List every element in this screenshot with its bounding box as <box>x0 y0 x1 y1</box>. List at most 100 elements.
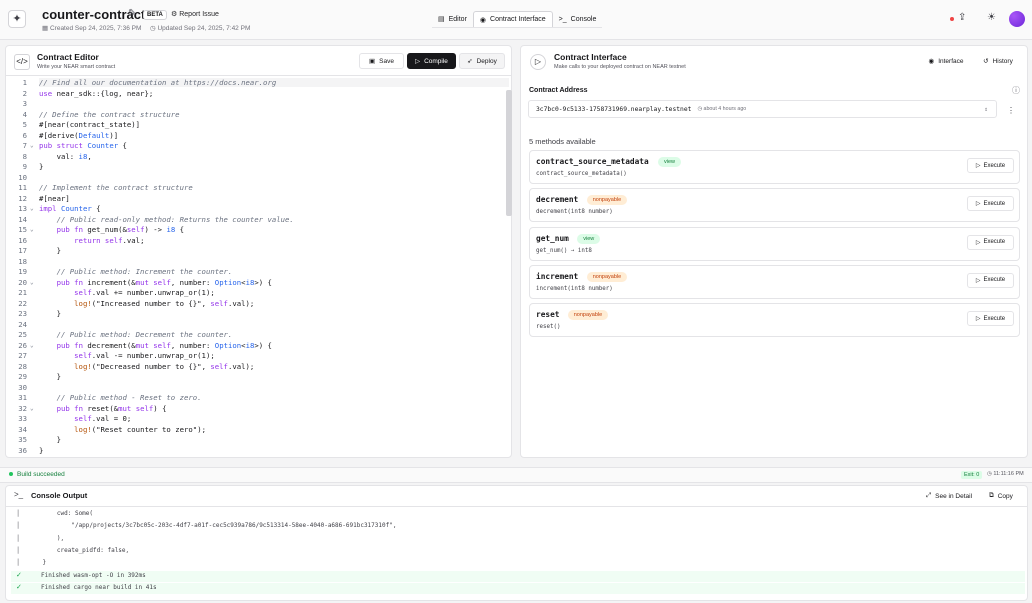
execute-button[interactable]: ▷ Execute <box>967 311 1014 327</box>
code-line[interactable]: pub fn reset(&mut self) { <box>39 404 167 413</box>
method-name: reset <box>536 310 560 320</box>
code-line[interactable]: // Implement the contract structure <box>39 183 193 192</box>
line-number: 12 <box>18 193 27 203</box>
play-icon: ▷ <box>975 277 981 284</box>
editor-title: Contract Editor <box>37 52 99 62</box>
check-circle-icon: ✓ <box>16 571 22 579</box>
code-line[interactable]: pub fn decrement(&mut self, number: Opti… <box>39 341 272 350</box>
line-number: 17 <box>18 246 27 255</box>
line-number: 8 <box>22 151 27 161</box>
play-icon: ▷ <box>975 239 981 246</box>
sun-icon[interactable]: ☀ <box>987 12 996 23</box>
code-line[interactable]: use near_sdk::{log, near}; <box>39 89 153 98</box>
method-name: get_num <box>536 233 569 243</box>
code-line[interactable]: // Public read-only method: Returns the … <box>39 215 294 224</box>
line-number: 9 <box>22 162 27 171</box>
code-line[interactable]: log!("Decreased number to {}", self.val)… <box>39 362 254 371</box>
console-panel: >_ Console Output ⤢ See in Detail ⧉ Copy |… <box>5 485 1028 601</box>
console-divider <box>6 506 1027 507</box>
execute-label: Execute <box>983 315 1006 322</box>
method-name: decrement <box>536 195 579 205</box>
execute-label: Execute <box>983 277 1006 284</box>
line-number: 1 <box>22 78 27 87</box>
fold-chevron-icon[interactable]: ⌄ <box>30 279 34 286</box>
execute-button[interactable]: ▷ Execute <box>967 272 1014 288</box>
code-line[interactable]: pub struct Counter { <box>39 141 127 150</box>
code-line[interactable]: #[derive(Default)] <box>39 131 118 140</box>
line-number: 32 <box>18 403 27 413</box>
success-output-row: ✓ Finished wasm-opt -O in 392ms <box>11 570 1025 582</box>
code-line[interactable]: val: i8, <box>39 152 92 161</box>
code-line[interactable]: // Find all our documentation at https:/… <box>39 78 509 87</box>
code-line[interactable]: // Public method - Reset to zero. <box>39 393 202 402</box>
fold-chevron-icon[interactable]: ⌄ <box>30 405 34 412</box>
top-bar: ✦ counter-contract ✎ BETA ⚙ Report Issue… <box>0 0 1032 40</box>
code-line[interactable]: } <box>39 372 61 381</box>
address-time: ◷ about 4 hours ago <box>697 106 747 112</box>
deploy-button[interactable]: ➶ Deploy <box>459 53 505 69</box>
execute-button[interactable]: ▷ Execute <box>967 196 1014 212</box>
view-tabs: ▤ Editor ◉ Contract Interface >_ Console <box>432 11 603 28</box>
code-line[interactable]: pub fn increment(&mut self, number: Opti… <box>39 278 272 287</box>
line-number: 34 <box>18 424 27 434</box>
fold-chevron-icon[interactable]: ⌄ <box>30 205 34 212</box>
method-card: reset nonpayable reset() ▷ Execute <box>529 303 1020 338</box>
tab-console[interactable]: >_ Console <box>552 11 603 27</box>
interface-button[interactable]: ◉ Interface <box>921 53 971 69</box>
code-line[interactable]: // Public method: Increment the counter. <box>39 267 233 276</box>
magic-wand-icon[interactable]: ✦ <box>8 10 26 28</box>
fold-chevron-icon[interactable]: ⌄ <box>30 226 34 233</box>
fold-chevron-icon[interactable]: ⌄ <box>30 142 34 149</box>
code-line[interactable]: pub fn get_num(&self) -> i8 { <box>39 225 184 234</box>
compile-button[interactable]: ▷ Compile <box>407 53 456 69</box>
code-line[interactable]: } <box>39 446 43 455</box>
code-line[interactable]: // Define the contract structure <box>39 110 180 119</box>
output-line: Finished wasm-opt -O in 392ms <box>41 571 146 579</box>
code-line[interactable]: #[near(contract_state)] <box>39 120 140 129</box>
build-time-label: 11:11:16 PM <box>993 471 1024 477</box>
code-line[interactable]: } <box>39 309 61 318</box>
editor-scrollbar[interactable] <box>506 90 512 216</box>
code-line[interactable]: log!("Reset counter to zero"); <box>39 425 206 434</box>
status-bar: Build succeeded Exit: 0 ◷ 11:11:16 PM <box>0 467 1032 483</box>
code-editor[interactable]: 1 // Find all our documentation at https:… <box>5 75 511 457</box>
share-icon[interactable]: ⇪ <box>958 12 966 23</box>
code-line[interactable]: log!("Increased number to {}", self.val)… <box>39 299 254 308</box>
edit-title-icon[interactable]: ✎ <box>128 8 136 19</box>
report-issue-link[interactable]: ⚙ Report Issue <box>171 10 219 18</box>
play-icon: ▷ <box>415 58 421 65</box>
save-button[interactable]: ▣ Save <box>359 53 404 69</box>
report-issue-label: Report Issue <box>179 11 219 18</box>
success-output-row: ✓ Finished cargo near build in 41s <box>11 582 1025 594</box>
execute-button[interactable]: ▷ Execute <box>967 234 1014 250</box>
more-vertical-icon[interactable]: ⋮ <box>1007 106 1015 115</box>
output-gutter-mark: | <box>16 533 21 542</box>
copy-button[interactable]: ⧉ Copy <box>985 488 1017 504</box>
code-line[interactable]: } <box>39 435 61 444</box>
see-in-detail-button[interactable]: ⤢ See in Detail <box>923 488 975 504</box>
history-button[interactable]: ↺ History <box>978 53 1018 69</box>
tab-contract-interface[interactable]: ◉ Contract Interface <box>472 11 553 27</box>
line-number: 31 <box>18 393 27 402</box>
code-line[interactable]: // Public method: Decrement the counter. <box>39 330 233 339</box>
terminal-icon: >_ <box>558 15 567 23</box>
tab-editor[interactable]: ▤ Editor <box>432 11 473 27</box>
code-line[interactable]: } <box>39 162 43 171</box>
info-icon[interactable]: ⓘ <box>1012 85 1020 96</box>
code-line[interactable]: impl Counter { <box>39 204 101 213</box>
fold-chevron-icon[interactable]: ⌄ <box>30 342 34 349</box>
execute-button[interactable]: ▷ Execute <box>967 158 1014 173</box>
code-line[interactable]: self.val = 0; <box>39 414 131 423</box>
contract-address-label: Contract Address <box>529 87 588 94</box>
code-line[interactable]: self.val -= number.unwrap_or(1); <box>39 351 215 360</box>
code-line[interactable]: return self.val; <box>39 236 144 245</box>
line-number: 25 <box>18 330 27 339</box>
avatar[interactable] <box>1009 11 1025 27</box>
line-number: 6 <box>22 130 27 140</box>
code-line[interactable]: } <box>39 246 61 255</box>
code-line[interactable]: #[near] <box>39 194 70 203</box>
contract-address-select[interactable]: 3c7bc0-9c5133-1758731969.nearplay.testne… <box>528 100 997 118</box>
clock-icon: ◷ <box>150 25 156 32</box>
code-line[interactable]: self.val += number.unwrap_or(1); <box>39 288 215 297</box>
execute-label: Execute <box>983 162 1006 169</box>
